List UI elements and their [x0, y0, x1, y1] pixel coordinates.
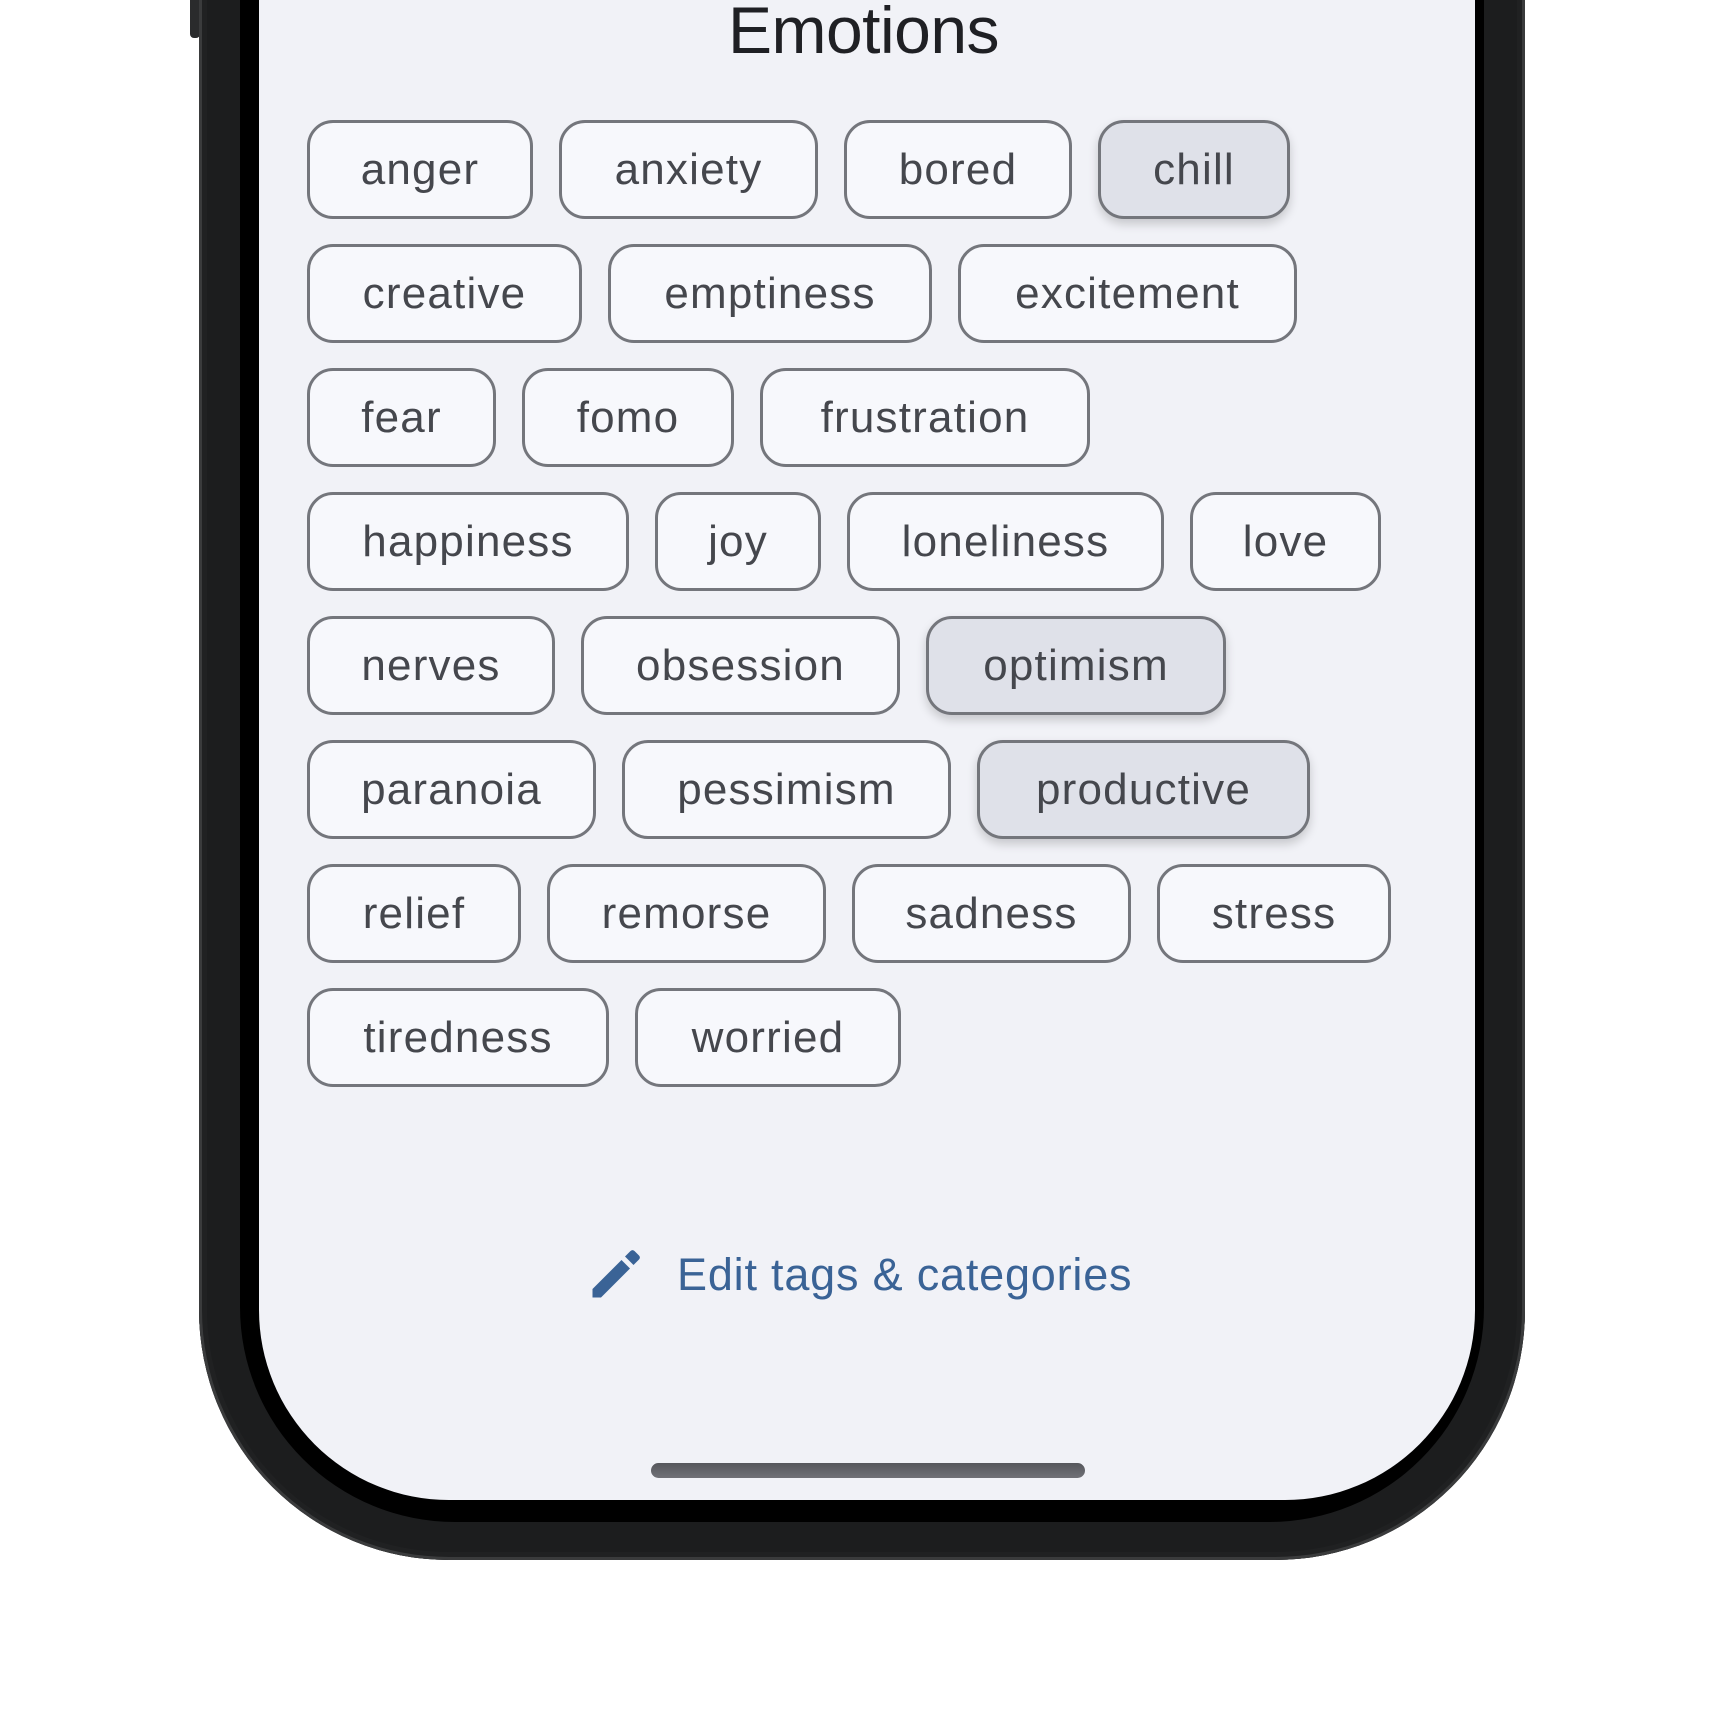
edit-tags-label: Edit tags & categories — [677, 1249, 1133, 1300]
tag-chip-sadness[interactable]: sadness — [852, 864, 1131, 963]
tag-chip-joy[interactable]: joy — [655, 492, 821, 591]
tag-label: emptiness — [664, 268, 876, 318]
tag-chip-remorse[interactable]: remorse — [547, 864, 826, 963]
tag-chip-pessimism[interactable]: pessimism — [622, 740, 951, 839]
tag-label: optimism — [983, 640, 1169, 690]
tag-chip-chill[interactable]: chill — [1098, 120, 1290, 219]
tag-label: chill — [1153, 144, 1235, 194]
tag-label: fear — [361, 392, 442, 442]
tag-label: frustration — [820, 392, 1030, 442]
tag-chip-obsession[interactable]: obsession — [581, 616, 900, 715]
tag-chip-fomo[interactable]: fomo — [522, 368, 734, 467]
tag-chip-loneliness[interactable]: loneliness — [847, 492, 1164, 591]
tag-label: relief — [362, 888, 466, 938]
tag-chip-bored[interactable]: bored — [844, 120, 1072, 219]
tag-label: creative — [362, 268, 527, 318]
tag-label: sadness — [905, 888, 1078, 938]
tag-chip-paranoia[interactable]: paranoia — [307, 740, 596, 839]
tag-chip-nerves[interactable]: nerves — [307, 616, 555, 715]
tag-label: loneliness — [901, 516, 1110, 566]
tag-chip-anxiety[interactable]: anxiety — [559, 120, 818, 219]
tag-label: anxiety — [614, 144, 763, 194]
tag-label: obsession — [636, 640, 845, 690]
tag-chip-emptiness[interactable]: emptiness — [608, 244, 932, 343]
page-title: Emotions — [727, 0, 1000, 67]
tag-label: paranoia — [361, 764, 542, 814]
tag-chip-happiness[interactable]: happiness — [307, 492, 629, 591]
tag-label: happiness — [362, 516, 574, 566]
tag-chip-stress[interactable]: stress — [1157, 864, 1391, 963]
tag-label: worried — [691, 1012, 845, 1062]
tag-label: bored — [898, 144, 1018, 194]
tag-chip-creative[interactable]: creative — [307, 244, 582, 343]
tag-label: love — [1242, 516, 1329, 566]
tag-label: nerves — [361, 640, 501, 690]
tag-chip-optimism[interactable]: optimism — [926, 616, 1226, 715]
tag-label: pessimism — [677, 764, 896, 814]
tag-chip-relief[interactable]: relief — [307, 864, 521, 963]
tag-label: joy — [708, 516, 768, 566]
tag-chip-worried[interactable]: worried — [635, 988, 901, 1087]
tag-label: anger — [360, 144, 480, 194]
tag-label: tiredness — [363, 1012, 553, 1062]
tag-chip-anger[interactable]: anger — [307, 120, 533, 219]
tag-label: stress — [1211, 888, 1337, 938]
tag-chip-excitement[interactable]: excitement — [958, 244, 1297, 343]
tag-chip-productive[interactable]: productive — [977, 740, 1310, 839]
tag-chip-love[interactable]: love — [1190, 492, 1381, 591]
tag-label: productive — [1035, 764, 1251, 814]
tag-chip-frustration[interactable]: frustration — [760, 368, 1090, 467]
tag-label: excitement — [1015, 268, 1240, 318]
tag-label: fomo — [576, 392, 680, 442]
tag-label: remorse — [601, 888, 772, 938]
tag-chip-fear[interactable]: fear — [307, 368, 496, 467]
edit-tags-button[interactable]: Edit tags & categories — [585, 1240, 1132, 1310]
tag-chip-tiredness[interactable]: tiredness — [307, 988, 609, 1087]
home-indicator[interactable] — [651, 1463, 1085, 1478]
pencil-icon — [592, 1250, 640, 1298]
